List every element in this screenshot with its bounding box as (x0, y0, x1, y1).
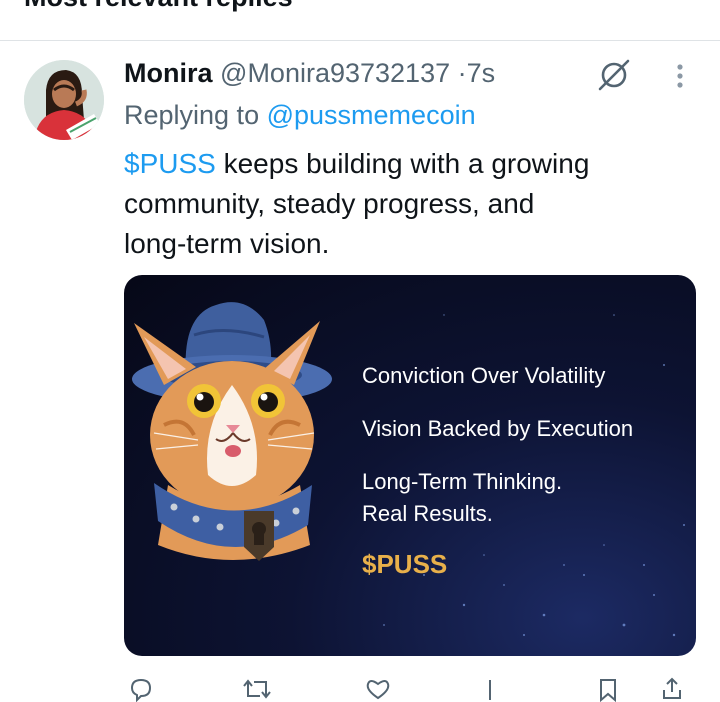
replying-to-label: Replying to (124, 100, 260, 130)
reply-icon[interactable] (128, 676, 154, 702)
separator-dot: · (457, 58, 467, 88)
reply-text: $PUSS keeps building with a growing comm… (124, 144, 684, 264)
cashtag-link[interactable]: $PUSS (124, 148, 216, 179)
timestamp[interactable]: 7s (467, 58, 496, 88)
reply-header: Monira @Monira93732137 ·7s (124, 58, 495, 92)
media-line-3a: Long-Term Thinking. (362, 469, 563, 494)
retweet-icon[interactable] (242, 676, 272, 702)
reply-text-line-1-rest: keeps building with a growing (215, 148, 590, 179)
media-line-2: Vision Backed by Execution (362, 416, 634, 441)
views-icon[interactable] (480, 676, 500, 702)
media-image[interactable]: Conviction Over Volatility Vision Backed… (124, 275, 696, 656)
handle[interactable]: @Monira93732137 (220, 58, 450, 88)
replying-to: Replying to @pussmemecoin (124, 100, 476, 131)
media-line-3b: Real Results. (362, 501, 493, 526)
media-line-1: Conviction Over Volatility (362, 363, 606, 388)
like-icon[interactable] (364, 676, 392, 702)
reply-text-line-1: $PUSS keeps building with a growing (124, 144, 684, 184)
media-ticker: $PUSS (362, 549, 448, 579)
replies-section-header: Most relevant replies (0, 0, 720, 41)
action-bar (124, 672, 684, 702)
grok-icon[interactable] (596, 58, 632, 92)
display-name[interactable]: Monira (124, 58, 213, 88)
avatar-image (24, 60, 104, 140)
share-icon[interactable] (660, 676, 684, 702)
avatar[interactable] (24, 60, 104, 140)
reply-text-line-2: community, steady progress, and (124, 188, 535, 219)
bookmark-icon[interactable] (596, 676, 620, 702)
cat-mascot-illustration (132, 302, 332, 561)
replies-section-title: Most relevant replies (24, 0, 293, 13)
more-vertical-icon[interactable] (672, 60, 688, 92)
replying-to-mention[interactable]: @pussmemecoin (267, 100, 476, 130)
reply-text-line-3: long-term vision. (124, 228, 330, 259)
